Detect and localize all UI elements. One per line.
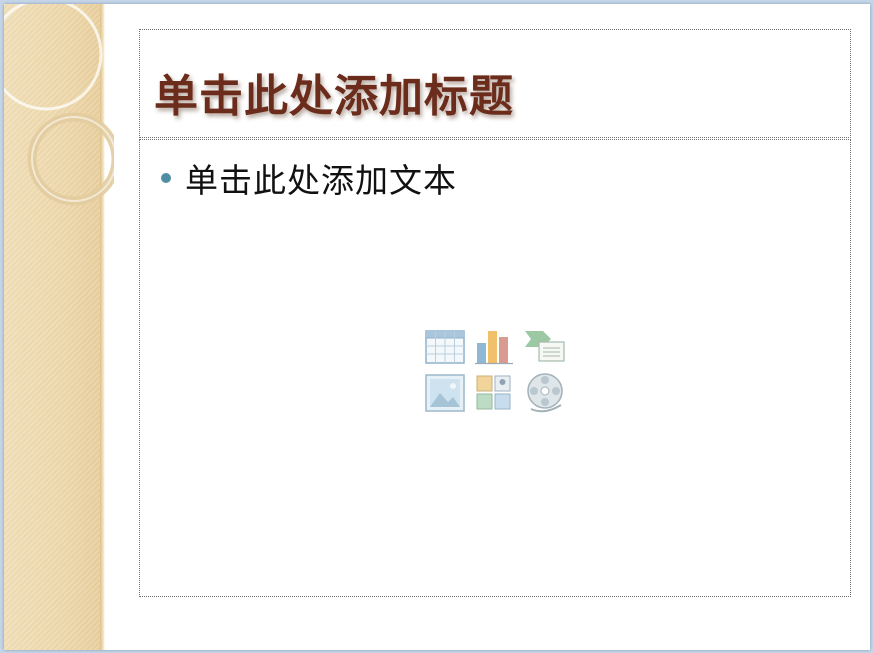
decorative-circles-graphic — [4, 4, 114, 206]
title-placeholder-text: 单击此处添加标题 — [154, 71, 514, 122]
bullet-icon — [161, 173, 171, 183]
insert-clipart-icon[interactable] — [473, 371, 517, 415]
bullet-item: 单击此处添加文本 — [161, 154, 457, 202]
body-placeholder-text: 单击此处添加文本 — [185, 161, 457, 200]
insert-table-icon[interactable] — [423, 325, 467, 369]
insert-smartart-icon[interactable] — [523, 325, 567, 369]
content-insert-icon-grid — [423, 325, 571, 421]
slide-canvas: 单击此处添加标题 单击此处添加文本 — [4, 4, 870, 650]
insert-picture-icon[interactable] — [423, 371, 467, 415]
insert-media-icon[interactable] — [523, 371, 567, 415]
content-placeholder-box[interactable]: 单击此处添加文本 — [139, 139, 851, 597]
insert-chart-icon[interactable] — [473, 325, 517, 369]
title-placeholder-box[interactable]: 单击此处添加标题 — [139, 29, 851, 138]
